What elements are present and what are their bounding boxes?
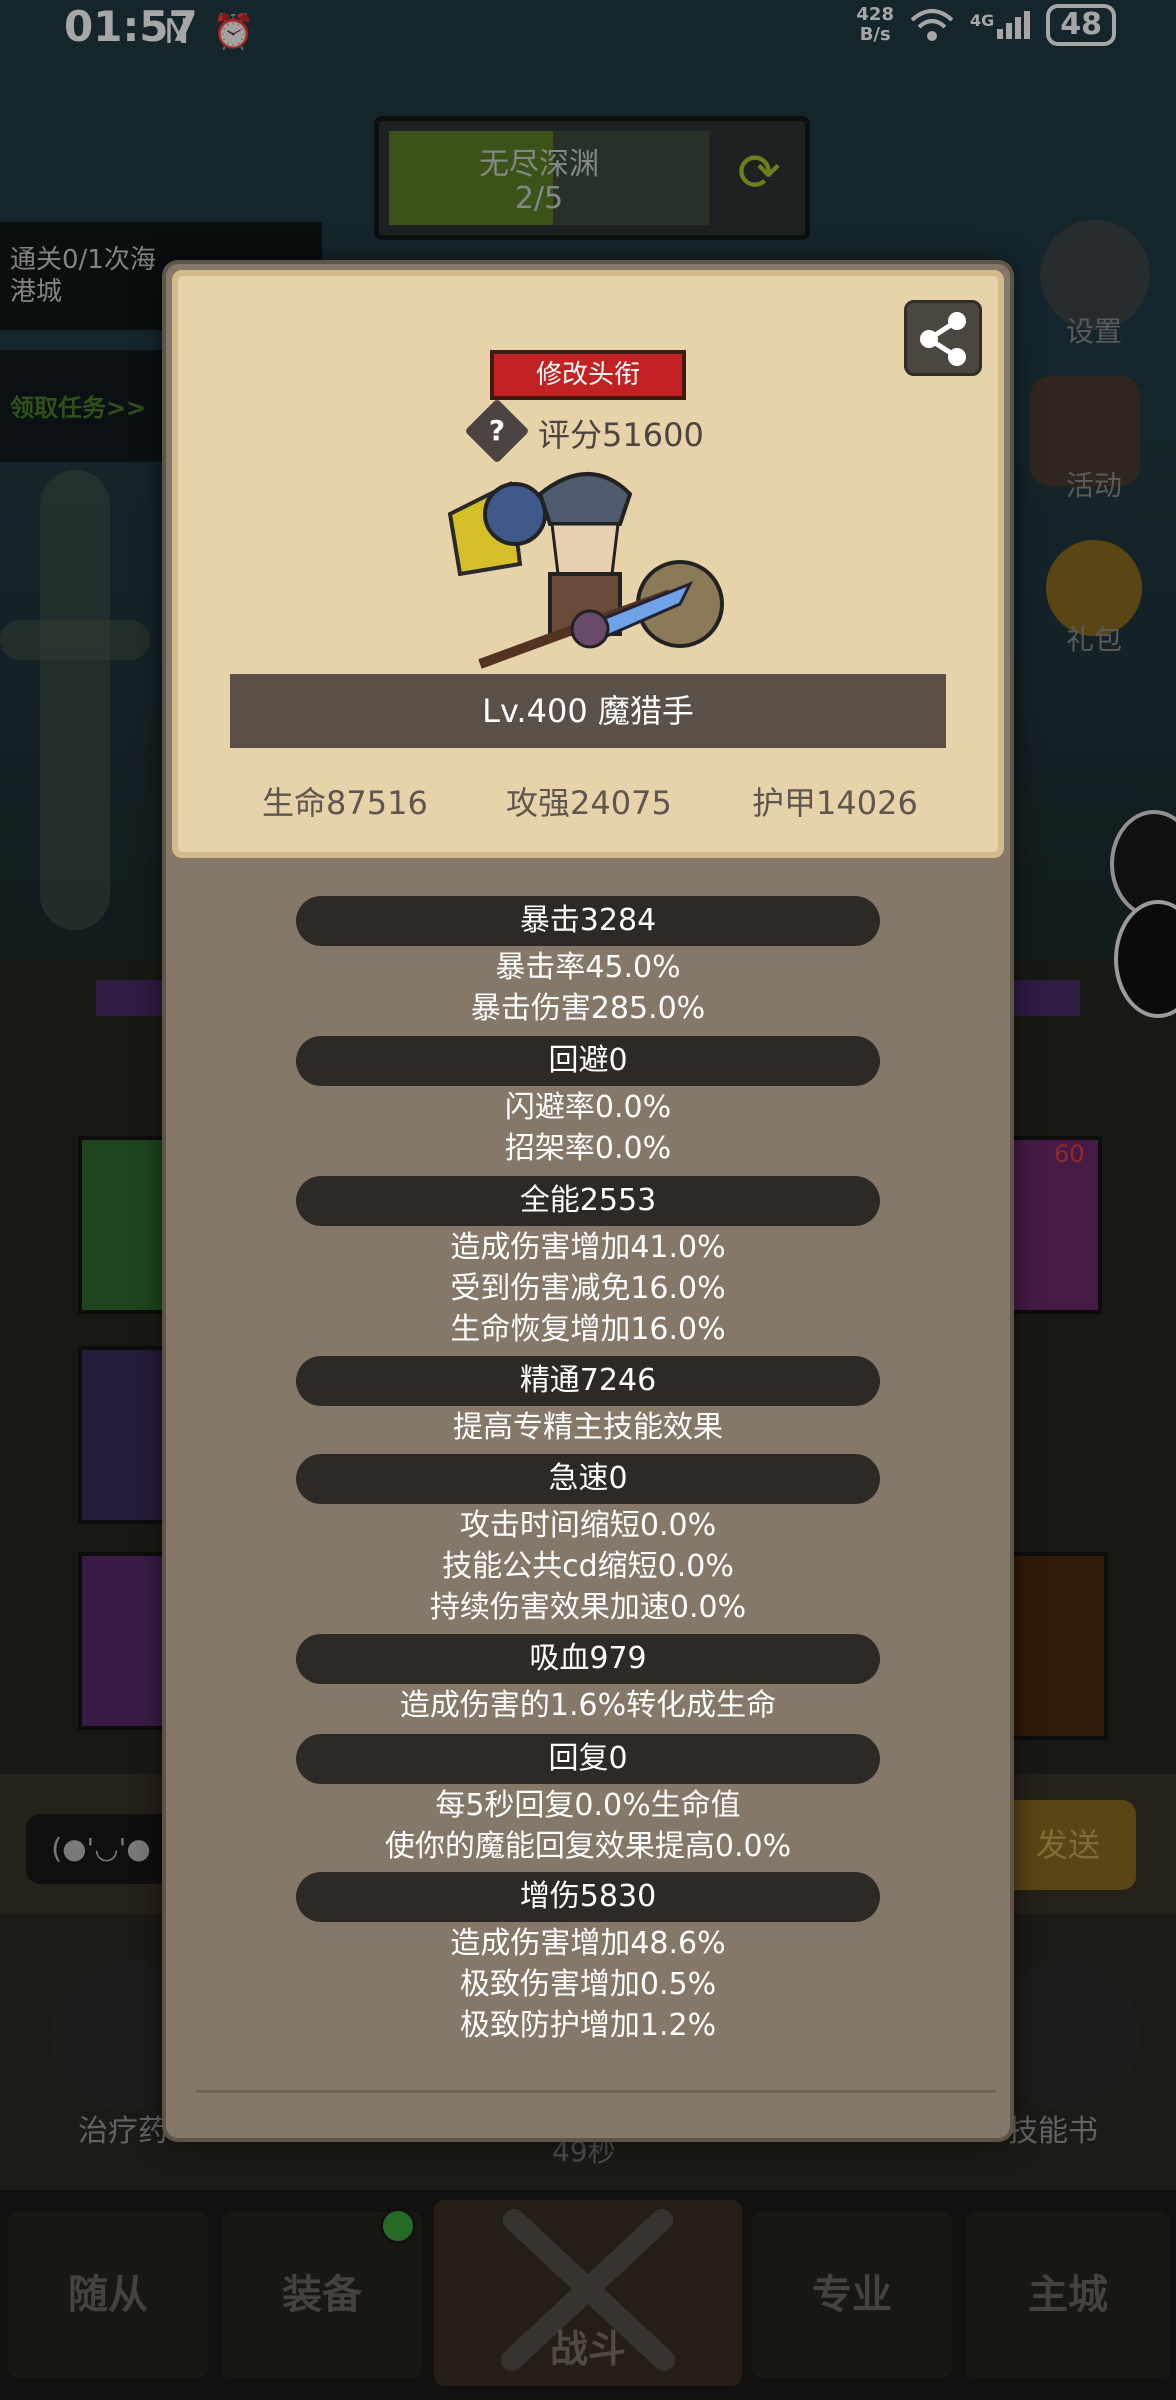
stat-header-mastery: 精通7246 [296,1356,880,1406]
stat-detail: 造成伤害增加41.0% [450,1230,726,1265]
stat-detail: 造成伤害的1.6%转化成生命 [399,1688,777,1723]
stat-header-haste: 急速0 [296,1454,880,1504]
stat-detail: 攻击时间缩短0.0% [459,1508,717,1543]
share-icon [920,312,966,366]
share-button[interactable] [904,300,982,376]
attack-stat: 攻强24075 [506,784,672,822]
stat-detail: 造成伤害增加48.6% [450,1926,726,1961]
stat-header-regen: 回复0 [296,1734,880,1784]
stat-detail: 极致防护增加1.2% [459,2008,717,2043]
stat-detail: 暴击伤害285.0% [470,991,706,1026]
hp-stat: 生命87516 [262,784,428,822]
stat-detail: 持续伤害效果加速0.0% [429,1590,747,1625]
stat-header-versatility: 全能2553 [296,1176,880,1226]
stat-detail: 暴击率45.0% [495,950,681,985]
stat-header-damage-boost: 增伤5830 [296,1872,880,1922]
stat-detail: 每5秒回复0.0%生命值 [435,1788,741,1823]
armor-stat: 护甲14026 [752,784,918,822]
stat-detail: 受到伤害减免16.0% [450,1271,726,1306]
stat-header-dodge: 回避0 [296,1036,880,1086]
stat-header-lifesteal: 吸血979 [296,1634,880,1684]
hero-character [440,454,760,684]
help-icon-glyph: ? [488,414,506,447]
hero-name-banner: Lv.400 魔猎手 [230,674,946,748]
popup-footer-divider [196,2090,996,2123]
stat-header-crit: 暴击3284 [296,896,880,946]
edit-title-button[interactable]: 修改头衔 [490,350,686,400]
stat-detail: 使你的魔能回复效果提高0.0% [384,1829,792,1864]
stat-detail: 闪避率0.0% [504,1090,672,1125]
stat-detail: 招架率0.0% [504,1131,672,1166]
score-text: 评分51600 [538,416,704,454]
stat-detail: 生命恢复增加16.0% [450,1312,726,1347]
stat-detail: 技能公共cd缩短0.0% [442,1549,734,1584]
stat-detail: 提高专精主技能效果 [453,1410,723,1445]
stat-detail: 极致伤害增加0.5% [459,1967,717,2002]
